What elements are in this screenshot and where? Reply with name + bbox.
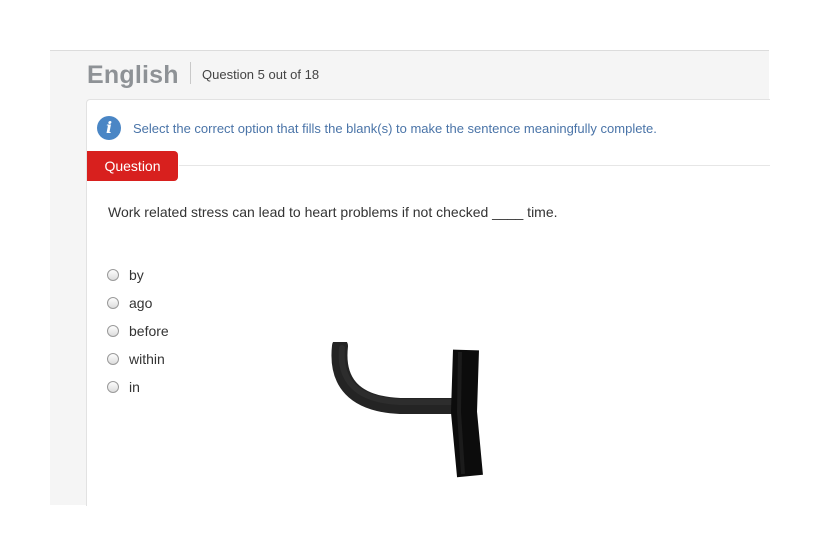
option-within[interactable]: within [107, 345, 169, 373]
radio-button[interactable] [107, 325, 119, 337]
option-label[interactable]: before [129, 323, 169, 339]
option-label[interactable]: ago [129, 295, 152, 311]
radio-button[interactable] [107, 297, 119, 309]
option-label[interactable]: within [129, 351, 165, 367]
option-before[interactable]: before [107, 317, 169, 345]
info-icon: i [97, 116, 121, 140]
panel-divider [179, 165, 770, 166]
header-divider [190, 62, 191, 84]
option-by[interactable]: by [107, 261, 169, 289]
question-stem: Work related stress can lead to heart pr… [108, 204, 558, 220]
radio-button[interactable] [107, 269, 119, 281]
answer-options: by ago before within in [107, 261, 169, 401]
option-in[interactable]: in [107, 373, 169, 401]
radio-button[interactable] [107, 381, 119, 393]
option-ago[interactable]: ago [107, 289, 169, 317]
question-counter: Question 5 out of 18 [202, 67, 320, 82]
option-label[interactable]: by [129, 267, 144, 283]
question-tab: Question [87, 151, 178, 181]
subject-title: English [87, 61, 179, 89]
handwritten-mark [331, 342, 483, 478]
radio-button[interactable] [107, 353, 119, 365]
instruction-text: Select the correct option that fills the… [133, 121, 657, 136]
option-label[interactable]: in [129, 379, 140, 395]
